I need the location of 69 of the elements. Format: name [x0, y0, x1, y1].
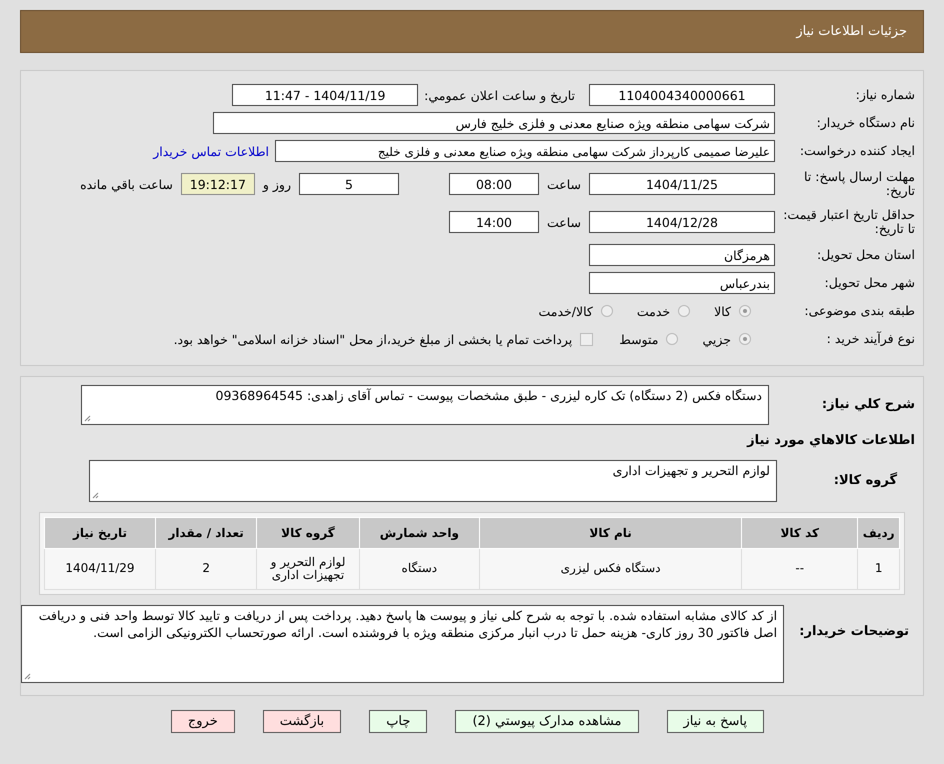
field-label: استان محل تحویل: — [816, 248, 916, 262]
table-cell: دستگاه فکس لیزری — [480, 548, 742, 590]
checkbox-label: پرداخت تمام یا بخشی از مبلغ خرید،از محل "اسناد خزانه اسلامی" خواهد بود. — [174, 332, 572, 346]
announce-date-field: 1404/11/19 - 11:47 — [232, 84, 418, 106]
validity-date-field: 1404/12/28 — [589, 211, 775, 233]
field-label: تاریخ و ساعت اعلان عمومي: — [424, 88, 575, 102]
page-title: جزئیات اطلاعات نیاز — [796, 24, 907, 39]
goods-group-field: لوازم التحریر و تجهیزات اداری — [89, 460, 777, 502]
description-field: دستگاه فکس (2 دستگاه) تک کاره لیزری - طبق مشخصات پیوست - تماس آقای زاهدی: 09368964545 — [81, 385, 769, 425]
column-header: واحد شمارش — [359, 518, 480, 548]
validity-time-field: 14:00 — [448, 211, 539, 233]
remaining-time-field: 19:12:17 — [180, 173, 255, 195]
province-field: هرمزگان — [589, 244, 775, 266]
resize-grip-icon[interactable] — [84, 415, 91, 422]
time-label: ساعت — [546, 176, 581, 192]
radio-label: خدمت — [636, 304, 670, 318]
buyer-contact-link[interactable]: اطلاعات تماس خریدار — [153, 144, 269, 158]
table-cell: 2 — [156, 548, 257, 590]
resize-grip-icon[interactable] — [24, 673, 31, 680]
section-title: اطلاعات کالاهاي مورد نياز — [746, 432, 916, 450]
table-cell: 1404/11/29 — [44, 548, 156, 590]
buyer-notes-field: از کد کالای مشابه استفاده شده. با توجه به شرح کلی نیاز و پیوست ها پاسخ دهید. پرداخت پس از دریافت و تایید کالا توسط واحد فنی و دریافت اصل فاکتور 30 روز کاری- هزینه حمل تا درب انبار مرکزی منطقه ویژه با فروشنده است. ارائه صورتحساب الکترونیکی الزامی است. — [21, 605, 784, 683]
radio-button[interactable] — [678, 305, 690, 317]
table-cell: لوازم التحریر و تجهیزات اداری — [256, 548, 360, 590]
city-field: بندرعباس — [589, 272, 775, 294]
deadline-date-field: 1404/11/25 — [589, 173, 775, 195]
action-button[interactable]: پاسخ به نياز — [666, 710, 764, 733]
table-cell: 1 — [858, 548, 900, 590]
days-field: 5 — [298, 173, 399, 195]
column-header: نام کالا — [480, 518, 742, 548]
field-label: شرح کلي نياز: — [820, 398, 916, 412]
days-label: روز و — [262, 176, 291, 192]
resize-grip-icon[interactable] — [92, 492, 99, 499]
field-label: شهر محل تحویل: — [824, 276, 916, 290]
radio-button[interactable] — [739, 305, 751, 317]
action-button[interactable]: خروج — [170, 710, 235, 733]
action-button[interactable]: مشاهده مدارک پيوستي (2) — [455, 710, 638, 733]
column-header: تاریخ نیاز — [44, 518, 156, 548]
field-label: شماره نیاز: — [854, 88, 916, 102]
radio-label: جزيي — [702, 332, 731, 346]
table-cell: -- — [742, 548, 858, 590]
radio-label: متوسط — [619, 332, 658, 346]
column-header: ردیف — [858, 518, 900, 548]
field-label: نوع فرآیند خرید : — [826, 332, 916, 346]
radio-button[interactable] — [739, 333, 751, 345]
buyer-field: شرکت سهامی منطقه ویژه صنایع معدنی و فلزی خلیج فارس — [213, 112, 775, 134]
radio-label: کالا/خدمت — [538, 304, 593, 318]
action-button[interactable]: چاپ — [369, 710, 428, 733]
field-label: مهلت ارسال پاسخ: تا تاریخ: — [803, 170, 916, 198]
radio-label: کالا — [714, 304, 731, 318]
action-button[interactable]: بازگشت — [262, 710, 342, 733]
field-label: نام دستگاه خریدار: — [816, 116, 916, 130]
radio-button[interactable] — [666, 333, 678, 345]
column-header: تعداد / مقدار — [156, 518, 257, 548]
remaining-label: ساعت باقي مانده — [80, 176, 173, 192]
deadline-time-field: 08:00 — [448, 173, 539, 195]
requester-field: علیرضا صمیمی کارپرداز شرکت سهامی منطقه ویژه صنایع معدنی و فلزی خلیج — [275, 140, 775, 162]
field-label: ایجاد کننده درخواست: — [798, 144, 916, 158]
field-label: گروه کالا: — [832, 474, 898, 488]
need-number-field: 1104004340000661 — [589, 84, 775, 106]
field-label: طبقه بندی موضوعی: — [803, 304, 916, 318]
radio-button[interactable] — [600, 305, 613, 317]
column-header: کد کالا — [742, 518, 858, 548]
field-label: حداقل تاریخ اعتبار قیمت: تا تاریخ: — [782, 208, 916, 236]
column-header: گروه کالا — [256, 518, 360, 548]
table-cell: دستگاه — [359, 548, 480, 590]
checkbox[interactable] — [580, 332, 594, 346]
time-label: ساعت — [546, 214, 581, 230]
field-label: توضیحات خریدار: — [798, 623, 910, 640]
